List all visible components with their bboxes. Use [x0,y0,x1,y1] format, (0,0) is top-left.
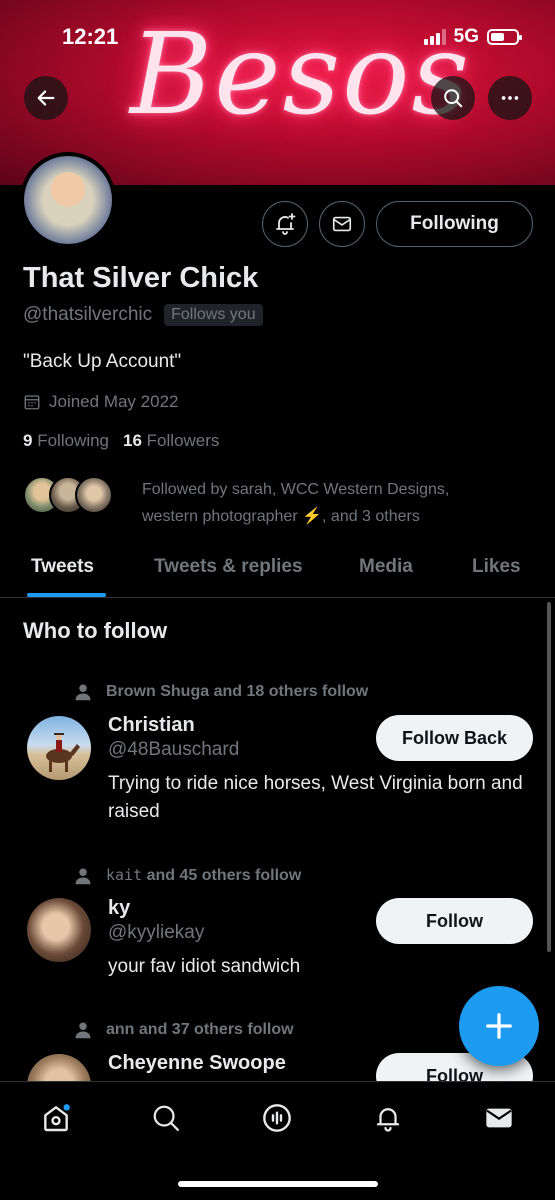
scrollbar[interactable] [547,602,551,952]
person-icon [75,868,91,884]
search-button[interactable] [431,76,475,120]
profile-bio: "Back Up Account" [23,351,182,372]
message-button[interactable] [319,201,365,247]
status-time: 12:21 [62,24,119,49]
social-name: ann [106,1021,135,1038]
calendar-icon [24,395,40,410]
user-bio: Trying to ride nice horses, West Virgini… [108,773,523,822]
follow-button[interactable]: Follow [376,898,533,944]
user-handle: @kyyliekay [108,922,205,943]
social-context: kait and 45 others follow [74,866,301,885]
bell-plus-icon [276,213,296,235]
social-rest: and 18 others follow [213,683,369,700]
status-indicators: 5G [423,26,522,48]
more-dots-icon [501,96,519,100]
network-label: 5G [453,26,479,47]
nav-notifications[interactable] [370,1100,406,1136]
following-count: 9 [23,431,33,450]
mutual-avatar [75,476,113,514]
signal-icon [423,29,446,45]
social-rest: and 37 others follow [138,1021,294,1038]
user-name[interactable]: ky [108,897,130,920]
who-to-follow-title: Who to follow [23,618,168,643]
mail-icon [486,1108,512,1128]
search-icon [444,89,463,108]
social-name: kait [106,866,143,884]
spaces-mic-icon [263,1104,291,1132]
active-tab-indicator [27,593,106,597]
social-context: ann and 37 others follow [74,1021,294,1039]
bell-icon [376,1108,400,1132]
notify-button[interactable] [262,201,308,247]
profile-name: That Silver Chick [23,262,259,294]
tab-tweets-replies[interactable]: Tweets & replies [154,556,303,578]
followers-count-link[interactable]: 16 Followers [123,431,219,451]
social-context: Brown Shuga and 18 others follow [74,683,368,701]
horse-rider-photo [46,733,80,772]
home-indicator[interactable] [178,1181,378,1187]
social-name: Brown Shuga [106,683,210,700]
followers-count-label: Followers [146,431,220,450]
tab-likes[interactable]: Likes [472,556,521,578]
nav-search[interactable] [148,1100,184,1136]
user-avatar[interactable] [27,716,91,780]
profile-handle: @thatsilverchic [23,304,153,325]
person-icon [75,684,91,701]
user-handle: @48Bauschard [108,739,240,760]
nav-home[interactable] [38,1100,74,1136]
nav-spaces[interactable] [259,1100,295,1136]
home-icon [44,1104,70,1132]
profile-avatar[interactable] [20,152,116,248]
tab-media[interactable]: Media [359,556,413,578]
followed-by-avatars[interactable] [23,476,113,514]
battery-icon [487,29,522,45]
follow-back-button[interactable]: Follow Back [376,715,533,761]
user-name[interactable]: Cheyenne Swoope [108,1052,286,1075]
followed-by-line: Followed by sarah, WCC Western Designs, [142,481,450,498]
follows-you-badge: Follows you [164,304,263,326]
compose-tweet-button[interactable] [459,986,539,1066]
profile-tabs: Tweets Tweets & replies Media Likes [0,540,555,598]
followers-count: 16 [123,431,142,450]
more-button[interactable] [488,76,532,120]
following-button[interactable]: Following [376,201,533,247]
user-avatar[interactable] [27,898,91,962]
back-arrow-icon [37,90,55,106]
follow-counts: 9 Following 16 Followers [23,431,219,451]
following-count-label: Following [37,431,110,450]
plus-icon [486,1013,512,1039]
mail-icon [332,216,352,232]
joined-text: Joined May 2022 [49,392,179,411]
nav-messages[interactable] [481,1100,517,1136]
person-icon [75,1022,91,1039]
back-button[interactable] [24,76,68,120]
user-name[interactable]: Christian [108,714,195,737]
tab-tweets[interactable]: Tweets [31,556,94,578]
social-rest: and 45 others follow [146,867,302,884]
user-bio: your fav idiot sandwich [108,956,301,977]
following-count-link[interactable]: 9 Following [23,431,109,451]
joined-date: Joined May 2022 [23,392,178,412]
followed-by-line: western photographer ⚡️, and 3 others [142,508,420,525]
followed-by-text[interactable]: Followed by sarah, WCC Western Designs, … [142,476,522,530]
handle-row: @thatsilverchic Follows you [23,304,263,326]
search-icon [153,1105,179,1131]
banner-neon-text: Besos [130,10,471,140]
